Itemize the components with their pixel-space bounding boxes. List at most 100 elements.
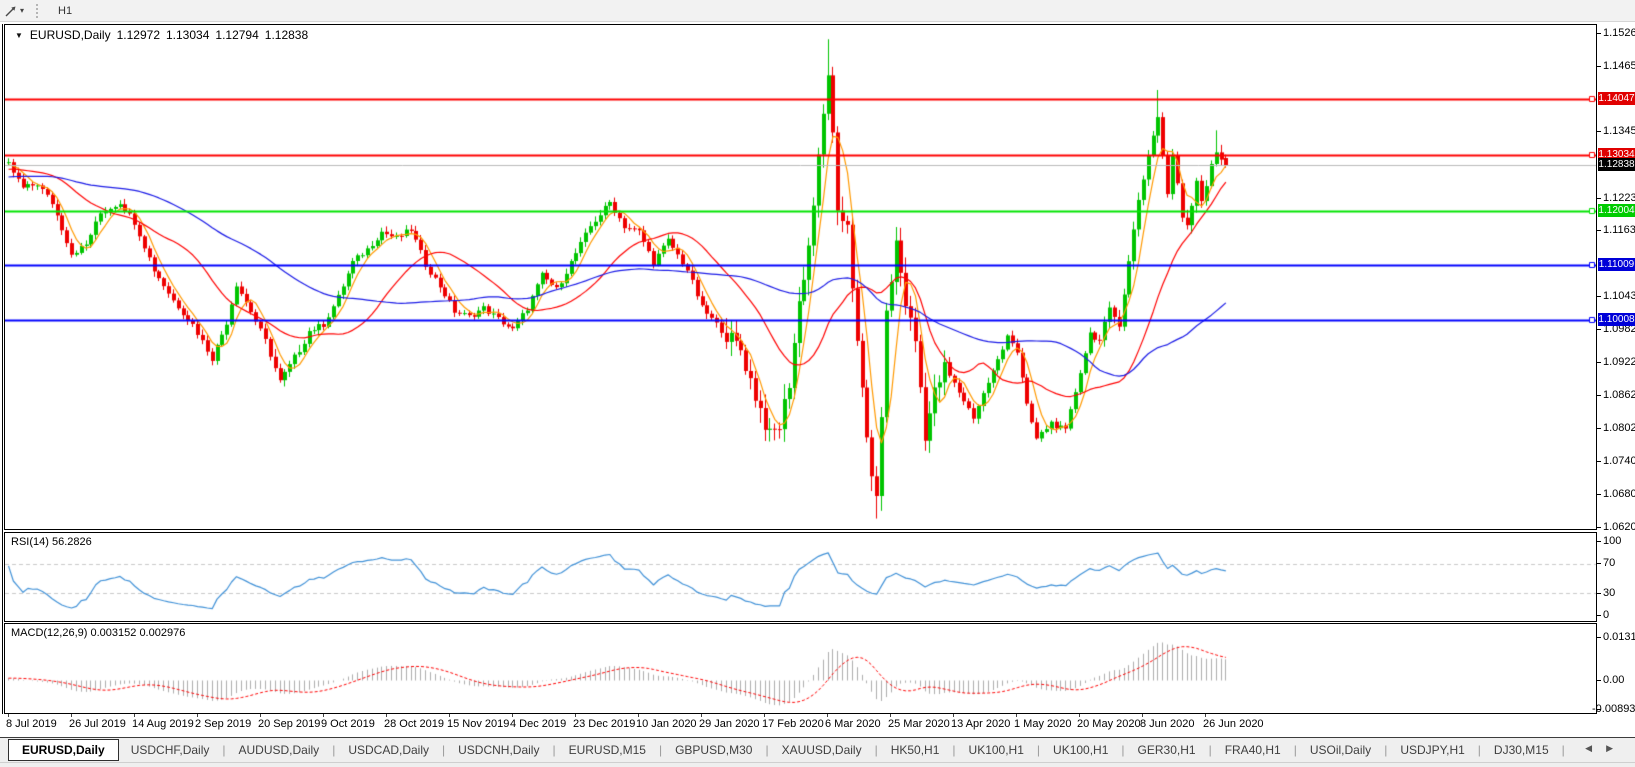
date-tick [323,714,324,717]
chart-tab-eurusd-m15[interactable]: EURUSD,M15 [557,739,658,761]
price-tick [1597,33,1601,34]
price-tick-label: 1.06805 [1603,488,1635,500]
macd-canvas[interactable] [5,624,1596,713]
date-tick [197,714,198,717]
tools-dropdown-caret[interactable]: ▾ [20,6,32,15]
macd-tick [1597,637,1601,638]
date-tick [134,714,135,717]
date-tick [638,714,639,717]
date-tick [575,714,576,717]
date-label: 17 Feb 2020 [762,718,824,730]
trendline-arrow-icon[interactable] [2,3,20,19]
price-badge: 1.11009 [1598,258,1635,271]
chart-tab-usdchf-daily[interactable]: USDCHF,Daily [119,739,222,761]
chart-tab-usdcad-daily[interactable]: USDCAD,Daily [336,739,441,761]
price-tick [1597,198,1601,199]
top-toolbar: ▾ M1M5M15M30H1H4D1W1MN [0,0,1635,22]
date-label: 20 May 2020 [1077,718,1141,730]
date-label: 26 Jun 2020 [1203,718,1264,730]
price-badge: 1.12004 [1598,204,1635,217]
chart-tab-eurusd-daily[interactable]: EURUSD,Daily [8,739,119,761]
price-tick-label: 1.10435 [1603,290,1635,302]
date-tick [512,714,513,717]
chart-tab-audusd-daily[interactable]: AUDUSD,Daily [227,739,332,761]
toolbar-grip[interactable] [36,4,38,18]
price-badge: 1.12838 [1598,158,1635,171]
chart-symbol: EURUSD,Daily [30,28,111,42]
price-tick [1597,66,1601,67]
chart-tab-ger30-h1[interactable]: GER30,H1 [1126,739,1208,761]
date-tick [1142,714,1143,717]
date-label: 4 Dec 2019 [510,718,566,730]
chart-tab-xauusd-daily[interactable]: XAUUSD,Daily [770,739,874,761]
price-badge: 1.14047 [1598,92,1635,105]
macd-name: MACD(12,26,9) [11,627,87,639]
macd-label: MACD(12,26,9) 0.003152 0.002976 [11,627,185,639]
date-tick [764,714,765,717]
chart-tab-uk100-h1[interactable]: UK100,H1 [957,739,1036,761]
chart-tab-usoil-daily[interactable]: USOil,Daily [1298,739,1383,761]
date-label: 6 Mar 2020 [825,718,881,730]
price-tick-label: 1.14650 [1603,60,1635,72]
rsi-canvas[interactable] [5,533,1596,621]
price-badge: 1.10008 [1598,313,1635,326]
macd-tick-label: 0.01312 [1603,631,1635,643]
date-label: 28 Oct 2019 [384,718,444,730]
chart-tab-dj30-m15[interactable]: DJ30,M15 [1482,739,1561,761]
price-tick [1597,296,1601,297]
tab-separator: | [1561,743,1566,757]
date-label: 2 Sep 2019 [195,718,251,730]
tab-scroll-right-icon[interactable]: ▶ [1606,743,1627,753]
timeframe-button-h1[interactable]: H1 [48,2,89,20]
price-tick-label: 1.06205 [1603,521,1635,533]
rsi-tick [1597,615,1601,616]
chart-tab-bar: EURUSD,DailyUSDCHF,Daily|AUDUSD,Daily|US… [0,738,1635,762]
date-tick [890,714,891,717]
chart-tab-usdcnh-daily[interactable]: USDCNH,Daily [446,739,551,761]
rsi-tick [1597,563,1601,564]
macd-tick-label: -0.00893 [1592,703,1635,715]
chart-tab-uk100-h1[interactable]: UK100,H1 [1041,739,1120,761]
date-label: 8 Jun 2020 [1140,718,1194,730]
chart-tab-usdjpy-h1[interactable]: USDJPY,H1 [1388,739,1476,761]
rsi-label: RSI(14) 56.2826 [11,536,92,548]
price-tick [1597,131,1601,132]
macd-signal-value: 0.002976 [139,627,185,639]
price-tick-label: 1.09220 [1603,356,1635,368]
date-label: 14 Aug 2019 [132,718,194,730]
date-tick [260,714,261,717]
rsi-tick-label: 30 [1603,587,1615,599]
tab-scroll-left-icon[interactable]: ◀ [1585,743,1606,753]
date-tick [701,714,702,717]
price-tick [1597,494,1601,495]
chart-tab-fra40-h1[interactable]: FRA40,H1 [1213,739,1293,761]
date-tick [449,714,450,717]
rsi-tick-label: 100 [1603,535,1621,547]
date-label: 29 Jan 2020 [699,718,760,730]
ohlc-high: 1.13034 [166,28,209,42]
chart-tab-gbpusd-m30[interactable]: GBPUSD,M30 [663,739,764,761]
ohlc-close: 1.12838 [265,28,308,42]
price-tick-label: 1.08620 [1603,389,1635,401]
date-label: 1 May 2020 [1014,718,1071,730]
price-tick-label: 1.13450 [1603,125,1635,137]
price-tick-label: 1.11635 [1603,224,1635,236]
main-price-pane: ▼EURUSD,Daily1.129721.130341.127941.1283… [4,24,1597,530]
date-tick [827,714,828,717]
price-tick-label: 1.12235 [1603,192,1635,204]
main-chart-canvas[interactable] [5,25,1596,529]
date-label: 25 Mar 2020 [888,718,950,730]
symbol-dropdown-icon[interactable]: ▼ [15,31,23,40]
price-tick-label: 1.08020 [1603,422,1635,434]
macd-tick-label: 0.00 [1603,674,1624,686]
chart-tab-hk50-h1[interactable]: HK50,H1 [879,739,952,761]
rsi-tick-label: 0 [1603,609,1609,621]
chart-tabs: EURUSD,DailyUSDCHF,Daily|AUDUSD,Daily|US… [0,738,1566,762]
rsi-tick-label: 70 [1603,557,1615,569]
date-label: 23 Dec 2019 [573,718,635,730]
date-tick [8,714,9,717]
tab-scroll-arrows: ◀▶ [1585,743,1627,754]
bottom-strip [0,762,1635,767]
price-tick-label: 1.15265 [1603,27,1635,39]
date-label: 26 Jul 2019 [69,718,126,730]
